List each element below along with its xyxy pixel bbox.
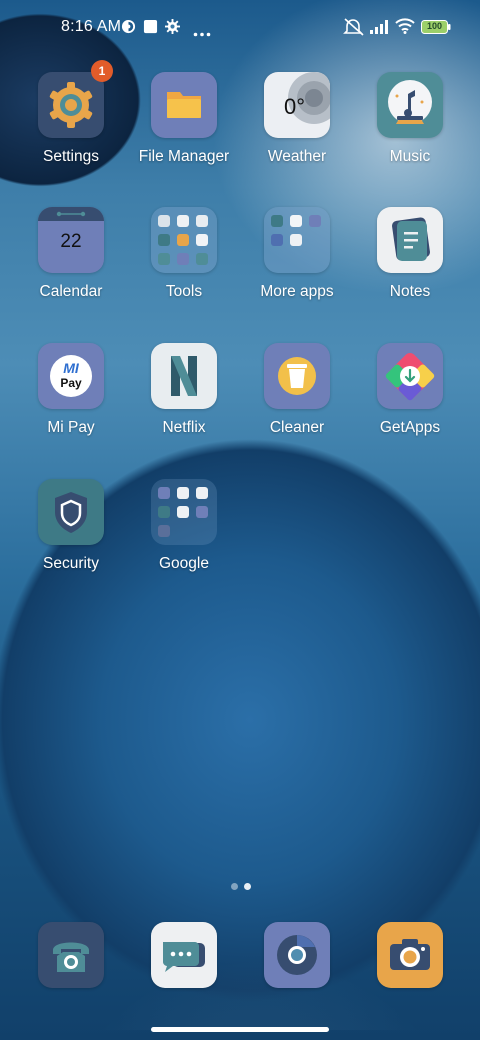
mi-pay-icon: MI Pay xyxy=(38,343,104,409)
mini-app-icon xyxy=(309,215,321,227)
app-label: Weather xyxy=(267,148,327,165)
folder-icon xyxy=(151,72,217,138)
home-indicator-bar[interactable] xyxy=(151,1027,329,1032)
settings-icon xyxy=(38,72,104,138)
calendar-icon: 22 xyxy=(38,207,104,273)
mini-app-icon xyxy=(177,215,189,227)
notes-icon xyxy=(377,207,443,273)
weather-icon: 0° xyxy=(264,72,330,138)
cleaner-icon xyxy=(264,343,330,409)
more-icon xyxy=(193,24,211,42)
mini-app-icon xyxy=(158,215,170,227)
battery-level: 100 xyxy=(426,21,443,31)
app-notification-icon xyxy=(121,19,136,39)
folder-tools[interactable]: Tools xyxy=(126,207,242,301)
app-cleaner[interactable]: Cleaner xyxy=(239,343,355,437)
mini-app-icon xyxy=(177,234,189,246)
mini-app-icon xyxy=(271,234,283,246)
app-mi-pay[interactable]: MI Pay Mi Pay xyxy=(13,343,129,437)
tools-folder-icon xyxy=(151,207,217,273)
messages-icon[interactable] xyxy=(151,922,217,988)
mini-app-icon xyxy=(290,215,302,227)
mini-app-icon xyxy=(158,253,170,265)
mini-app-icon xyxy=(196,487,208,499)
app-label: Notes xyxy=(389,283,431,300)
mini-app-icon xyxy=(290,234,302,246)
app-notes[interactable]: Notes xyxy=(352,207,468,301)
app-security[interactable]: Security xyxy=(13,479,129,573)
app-label: Tools xyxy=(165,283,203,300)
app-label: Cleaner xyxy=(269,419,325,436)
mini-app-icon xyxy=(158,525,170,537)
app-label: Google xyxy=(159,555,209,572)
folder-more-apps[interactable]: More apps xyxy=(239,207,355,301)
app-calendar[interactable]: 22 Calendar xyxy=(13,207,129,301)
more-apps-folder-icon xyxy=(264,207,330,273)
app-label: GetApps xyxy=(379,419,441,436)
weather-temperature: 0° xyxy=(284,94,306,119)
mi-pay-text: Pay xyxy=(60,376,82,390)
app-file-manager[interactable]: File Manager xyxy=(126,72,242,166)
app-label: File Manager xyxy=(138,148,230,165)
browser-icon[interactable] xyxy=(264,922,330,988)
wifi-icon xyxy=(395,18,415,39)
mini-app-icon xyxy=(271,215,283,227)
app-label: Mi Pay xyxy=(47,419,95,436)
app-settings[interactable]: 1 Settings xyxy=(13,60,129,166)
phone-icon[interactable] xyxy=(38,922,104,988)
google-folder-icon xyxy=(151,479,217,545)
getapps-icon xyxy=(377,343,443,409)
mini-app-icon xyxy=(177,487,189,499)
square-notification-icon xyxy=(143,19,158,39)
mini-app-icon xyxy=(196,253,208,265)
mini-app-icon xyxy=(196,506,208,518)
app-label: Music xyxy=(389,148,431,165)
netflix-icon xyxy=(151,343,217,409)
page-indicator xyxy=(228,877,254,895)
app-getapps[interactable]: GetApps xyxy=(352,343,468,437)
app-label: Netflix xyxy=(162,419,206,436)
gear-icon xyxy=(165,19,180,39)
mini-app-icon xyxy=(158,506,170,518)
camera-icon[interactable] xyxy=(377,922,443,988)
app-label: Settings xyxy=(42,148,99,165)
shield-icon xyxy=(38,479,104,545)
calendar-date: 22 xyxy=(60,231,82,252)
status-bar: 8:16 AM 100 xyxy=(0,0,480,56)
page-dot[interactable] xyxy=(231,883,238,890)
mini-app-icon xyxy=(196,234,208,246)
mini-app-icon xyxy=(196,215,208,227)
notification-badge: 1 xyxy=(91,60,113,82)
signal-icon xyxy=(370,20,390,39)
mute-icon xyxy=(343,17,365,42)
folder-google[interactable]: Google xyxy=(126,479,242,573)
music-icon xyxy=(377,72,443,138)
mini-app-icon xyxy=(158,234,170,246)
app-weather[interactable]: 0° Weather xyxy=(239,72,355,166)
page-dot-active[interactable] xyxy=(244,883,251,890)
mini-app-icon xyxy=(177,506,189,518)
mini-app-icon xyxy=(177,253,189,265)
mi-pay-mark: MI xyxy=(63,360,79,376)
app-music[interactable]: Music xyxy=(352,72,468,166)
battery-icon: 100 xyxy=(421,20,451,39)
app-label: More apps xyxy=(260,283,334,300)
app-label: Calendar xyxy=(39,283,103,300)
app-label: Security xyxy=(43,555,99,572)
app-netflix[interactable]: Netflix xyxy=(126,343,242,437)
status-time: 8:16 AM xyxy=(61,18,122,35)
mini-app-icon xyxy=(158,487,170,499)
